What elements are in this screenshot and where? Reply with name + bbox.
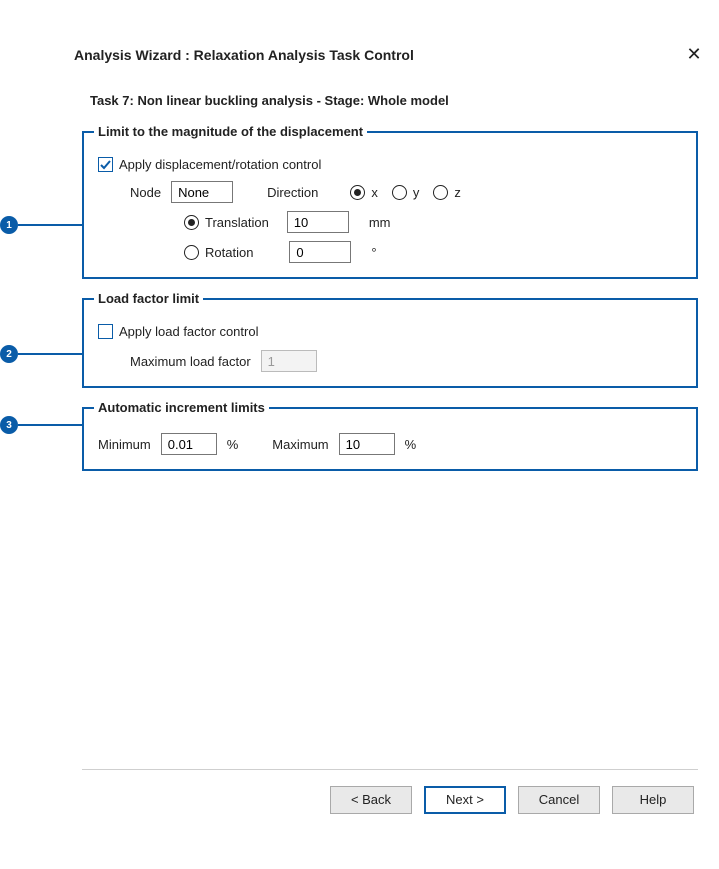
- translation-radio[interactable]: Translation: [184, 215, 269, 230]
- max-load-factor-label: Maximum load factor: [130, 354, 251, 369]
- direction-label: Direction: [267, 185, 318, 200]
- direction-y-radio[interactable]: y: [392, 185, 420, 200]
- node-direction-row: Node Direction x y: [130, 181, 682, 203]
- node-input[interactable]: [171, 181, 233, 203]
- apply-load-factor-checkbox[interactable]: Apply load factor control: [98, 324, 258, 339]
- max-load-factor-row: Maximum load factor: [130, 350, 682, 372]
- radio-icon: [184, 215, 199, 230]
- callout-badge-3: 3: [0, 416, 18, 434]
- load-factor-legend: Load factor limit: [94, 291, 203, 306]
- maximum-label: Maximum: [272, 437, 328, 452]
- radio-icon: [433, 185, 448, 200]
- radio-icon: [184, 245, 199, 260]
- next-button[interactable]: Next >: [424, 786, 506, 814]
- dialog-title: Analysis Wizard : Relaxation Analysis Ta…: [74, 47, 414, 63]
- direction-z-radio[interactable]: z: [433, 185, 461, 200]
- close-icon[interactable]: ✕: [682, 44, 706, 65]
- apply-displacement-label: Apply displacement/rotation control: [119, 157, 321, 172]
- translation-row: Translation mm: [184, 211, 682, 233]
- minimum-unit: %: [227, 437, 239, 452]
- direction-z-label: z: [454, 185, 461, 200]
- translation-unit: mm: [369, 215, 391, 230]
- minimum-input[interactable]: [161, 433, 217, 455]
- button-bar: < Back Next > Cancel Help: [82, 782, 698, 822]
- rotation-label: Rotation: [205, 245, 253, 260]
- radio-icon: [392, 185, 407, 200]
- auto-increment-legend: Automatic increment limits: [94, 400, 269, 415]
- displacement-limit-group: Limit to the magnitude of the displaceme…: [82, 124, 698, 279]
- back-button[interactable]: < Back: [330, 786, 412, 814]
- auto-increment-row: Minimum % Maximum %: [98, 433, 682, 455]
- apply-displacement-checkbox[interactable]: Apply displacement/rotation control: [98, 157, 321, 172]
- button-divider: [82, 769, 698, 770]
- max-load-factor-input: [261, 350, 317, 372]
- rotation-radio[interactable]: Rotation: [184, 245, 253, 260]
- rotation-input[interactable]: [289, 241, 351, 263]
- displacement-limit-legend: Limit to the magnitude of the displaceme…: [94, 124, 367, 139]
- direction-x-label: x: [371, 185, 378, 200]
- callout-badge-2: 2: [0, 345, 18, 363]
- direction-x-radio[interactable]: x: [350, 185, 378, 200]
- rotation-row: Rotation °: [184, 241, 682, 263]
- auto-increment-group: Automatic increment limits Minimum % Max…: [82, 400, 698, 471]
- minimum-label: Minimum: [98, 437, 151, 452]
- load-factor-group: Load factor limit Apply load factor cont…: [82, 291, 698, 388]
- translation-input[interactable]: [287, 211, 349, 233]
- maximum-unit: %: [405, 437, 417, 452]
- cancel-button[interactable]: Cancel: [518, 786, 600, 814]
- checkbox-icon: [98, 157, 113, 172]
- radio-icon: [350, 185, 365, 200]
- callout-badge-1: 1: [0, 216, 18, 234]
- node-label: Node: [130, 185, 161, 200]
- maximum-input[interactable]: [339, 433, 395, 455]
- help-button[interactable]: Help: [612, 786, 694, 814]
- dialog: Analysis Wizard : Relaxation Analysis Ta…: [70, 40, 710, 830]
- translation-label: Translation: [205, 215, 269, 230]
- rotation-unit: °: [371, 245, 376, 260]
- titlebar: Analysis Wizard : Relaxation Analysis Ta…: [70, 40, 710, 81]
- apply-load-factor-label: Apply load factor control: [119, 324, 258, 339]
- dialog-content: Task 7: Non linear buckling analysis - S…: [70, 81, 710, 830]
- checkbox-icon: [98, 324, 113, 339]
- page-root: 1 2 3 Analysis Wizard : Relaxation Analy…: [0, 0, 719, 869]
- task-subtitle: Task 7: Non linear buckling analysis - S…: [90, 93, 698, 108]
- direction-y-label: y: [413, 185, 420, 200]
